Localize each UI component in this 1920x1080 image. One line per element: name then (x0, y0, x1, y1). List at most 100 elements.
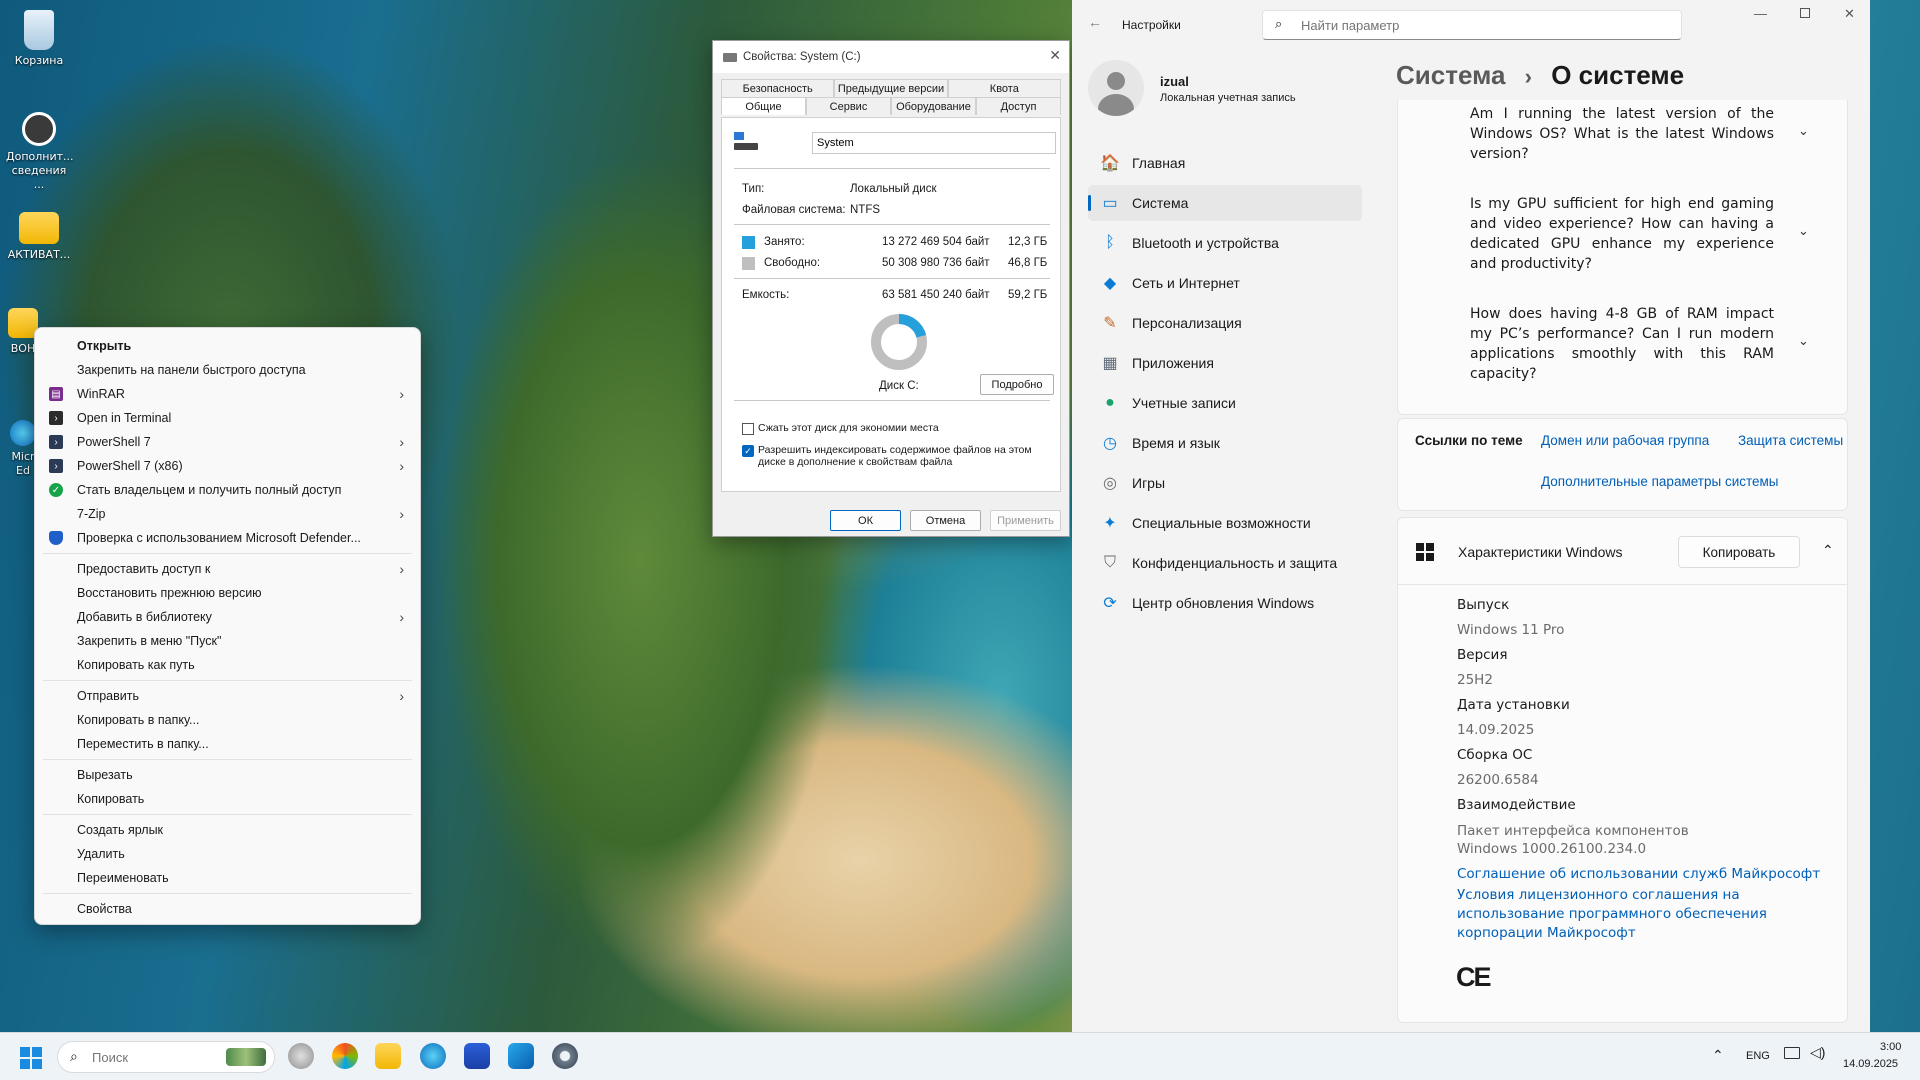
close-icon[interactable]: ✕ (1844, 6, 1855, 22)
info-circle-icon (22, 112, 56, 146)
nav-time-language[interactable]: ◷ Время и язык (1088, 425, 1362, 461)
colorful-app-icon[interactable] (332, 1043, 358, 1069)
settings-search-box[interactable]: ⌕ (1262, 10, 1682, 40)
menu-item-open-terminal[interactable]: › Open in Terminal (39, 406, 416, 430)
menu-item-powershell7[interactable]: › PowerShell 7 › (39, 430, 416, 454)
link-system-protection[interactable]: Защита системы (1738, 433, 1843, 448)
menu-item-open[interactable]: Открыть (39, 334, 416, 358)
nav-network[interactable]: ◆ Сеть и Интернет (1088, 265, 1362, 301)
nav-personalization[interactable]: ✎ Персонализация (1088, 305, 1362, 341)
settings-gear-icon[interactable] (552, 1043, 578, 1069)
menu-item-move-to-folder[interactable]: Переместить в папку... (39, 732, 416, 756)
menu-item-copy-to-folder[interactable]: Копировать в папку... (39, 708, 416, 732)
tab-previous-versions[interactable]: Предыдущие версии (834, 79, 948, 97)
breadcrumb-parent[interactable]: Система (1396, 60, 1505, 90)
menu-separator (43, 680, 412, 681)
nav-label: Приложения (1132, 355, 1214, 371)
nav-label: Игры (1132, 475, 1166, 491)
apply-button[interactable]: Применить (990, 510, 1061, 531)
edge-icon[interactable] (420, 1043, 446, 1069)
maximize-icon[interactable] (1800, 8, 1810, 18)
taskbar-search-input[interactable] (92, 1048, 212, 1066)
settings-search-input[interactable] (1301, 15, 1671, 35)
menu-item-rename[interactable]: Переименовать (39, 866, 416, 890)
menu-item-pin-quick-access[interactable]: Закрепить на панели быстрого доступа (39, 358, 416, 382)
menu-item-copy-as-path[interactable]: Копировать как путь (39, 653, 416, 677)
clock-date[interactable]: 14.09.2025 (1843, 1058, 1898, 1070)
desktop-icon-recycle-bin[interactable]: Корзина (6, 10, 72, 68)
cancel-button[interactable]: Отмена (910, 510, 981, 531)
link-microsoft-services-agreement[interactable]: Соглашение об использовании служб Майкро… (1457, 866, 1820, 882)
link-advanced-system-settings[interactable]: Дополнительные параметры системы (1541, 474, 1779, 489)
nav-privacy-security[interactable]: ⛉ Конфиденциальность и защита (1088, 545, 1362, 581)
nav-accessibility[interactable]: ✦ Специальные возможности (1088, 505, 1362, 541)
bluetooth-icon: ᛒ (1105, 234, 1115, 251)
desktop-icon-additional-info[interactable]: Дополнит... сведения ... (6, 112, 74, 192)
nav-windows-update[interactable]: ⟳ Центр обновления Windows (1088, 585, 1362, 621)
menu-item-properties[interactable]: Свойства (39, 897, 416, 921)
link-license-terms[interactable]: Условия лицензионного соглашения на испо… (1457, 886, 1777, 943)
start-button[interactable] (20, 1047, 42, 1069)
store-icon[interactable] (464, 1043, 490, 1069)
chevron-up-icon[interactable]: ⌃ (1822, 542, 1834, 559)
details-button[interactable]: Подробно (980, 374, 1054, 395)
menu-item-label: Open in Terminal (77, 411, 172, 425)
divider (1398, 584, 1847, 585)
menu-item-winrar[interactable]: ▤ WinRAR › (39, 382, 416, 406)
link-domain-workgroup[interactable]: Домен или рабочая группа (1541, 433, 1709, 448)
nav-accounts[interactable]: ● Учетные записи (1088, 385, 1362, 421)
volume-icon[interactable]: ◁) (1810, 1044, 1825, 1061)
menu-item-cut[interactable]: Вырезать (39, 763, 416, 787)
nav-system[interactable]: ▭ Система (1088, 185, 1362, 221)
menu-item-take-ownership[interactable]: ✓ Стать владельцем и получить полный дост… (39, 478, 416, 502)
tab-hardware[interactable]: Оборудование (891, 97, 976, 115)
faq-question[interactable]: Is my GPU sufficient for high end gaming… (1470, 194, 1774, 274)
back-arrow-icon[interactable]: ← (1088, 14, 1102, 30)
clock-time[interactable]: 3:00 (1880, 1041, 1901, 1053)
chevron-down-icon[interactable]: ⌄ (1798, 124, 1809, 139)
menu-item-7zip[interactable]: 7-Zip › (39, 502, 416, 526)
drive-name-input[interactable] (812, 132, 1056, 154)
avatar[interactable] (1088, 60, 1144, 116)
menu-item-create-shortcut[interactable]: Создать ярлык (39, 818, 416, 842)
compress-checkbox[interactable] (742, 423, 754, 435)
nav-bluetooth[interactable]: ᛒ Bluetooth и устройства (1088, 225, 1362, 261)
network-icon[interactable] (1784, 1047, 1800, 1059)
menu-item-pin-start[interactable]: Закрепить в меню "Пуск" (39, 629, 416, 653)
menu-item-restore-previous[interactable]: Восстановить прежнюю версию (39, 581, 416, 605)
tab-general[interactable]: Общие (721, 97, 806, 115)
file-explorer-icon[interactable] (375, 1043, 401, 1069)
outlook-icon[interactable] (508, 1043, 534, 1069)
taskbar-search-box[interactable]: ⌕ (57, 1041, 275, 1073)
menu-item-send-to[interactable]: Отправить › (39, 684, 416, 708)
menu-item-give-access[interactable]: Предоставить доступ к › (39, 557, 416, 581)
copy-button[interactable]: Копировать (1678, 536, 1800, 568)
chevron-down-icon[interactable]: ⌄ (1798, 224, 1809, 239)
chevron-down-icon[interactable]: ⌄ (1798, 334, 1809, 349)
close-icon[interactable]: ✕ (1049, 47, 1061, 64)
language-indicator[interactable]: ENG (1746, 1050, 1770, 1062)
tab-tools[interactable]: Сервис (806, 97, 891, 115)
index-checkbox[interactable]: ✓ (742, 445, 754, 457)
nav-gaming[interactable]: ◎ Игры (1088, 465, 1362, 501)
tab-security[interactable]: Безопасность (721, 79, 835, 97)
disk-label: Диск C: (879, 380, 919, 392)
minimize-icon[interactable]: — (1754, 6, 1767, 21)
tab-quota[interactable]: Квота (947, 79, 1061, 97)
faq-question[interactable]: Am I running the latest version of the W… (1470, 104, 1774, 164)
faq-question[interactable]: How does having 4-8 GB of RAM impact my … (1470, 304, 1774, 384)
ok-button[interactable]: ОК (830, 510, 901, 531)
nav-apps[interactable]: ▦ Приложения (1088, 345, 1362, 381)
nav-home[interactable]: 🏠 Главная (1088, 145, 1362, 181)
menu-item-label: Свойства (77, 902, 132, 916)
menu-item-delete[interactable]: Удалить (39, 842, 416, 866)
menu-item-label: Переместить в папку... (77, 737, 209, 751)
chevron-up-icon[interactable]: ⌃ (1712, 1047, 1724, 1064)
tab-sharing[interactable]: Доступ (976, 97, 1061, 115)
desktop-icon-activator-folder[interactable]: АКТИВАТ... (6, 212, 72, 262)
menu-item-powershell7-x86[interactable]: › PowerShell 7 (x86) › (39, 454, 416, 478)
menu-item-add-to-library[interactable]: Добавить в библиотеку › (39, 605, 416, 629)
menu-item-defender-scan[interactable]: Проверка с использованием Microsoft Defe… (39, 526, 416, 550)
menu-item-copy[interactable]: Копировать (39, 787, 416, 811)
copilot-icon[interactable] (288, 1043, 314, 1069)
